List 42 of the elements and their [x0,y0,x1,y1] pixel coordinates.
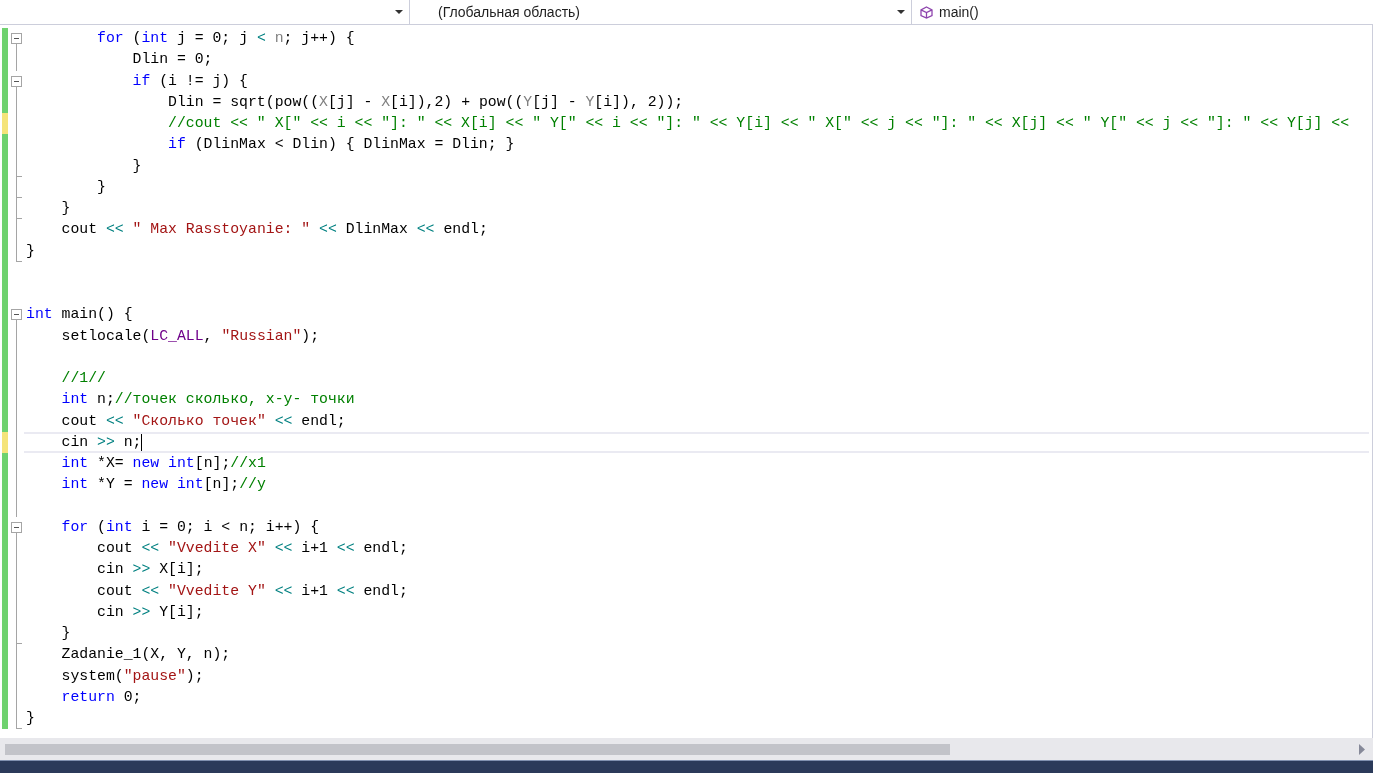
scrollbar-thumb[interactable] [5,743,950,755]
code-line: int *Y = new int[n];//y [60,475,266,495]
code-line: system("pause"); [60,666,204,686]
code-line: int main() { [26,305,133,325]
collapse-icon[interactable] [11,33,22,44]
code-line: return 0; [60,687,142,707]
code-line: } [60,199,71,219]
text-cursor [141,433,143,451]
code-line: cin >> Y[i]; [96,602,204,622]
code-line: } [96,177,106,197]
code-line: Dlin = sqrt(pow((X[j] - X[i]),2) + pow((Y[j] - Y[i]), 2)); [167,92,684,112]
scope-dropdown[interactable]: (Глобальная область) [410,0,912,24]
code-line: cout << "Vvedite X" << i+1 << endl; [96,539,408,559]
code-line: Dlin = 0; [131,50,213,70]
code-line: //cout << " X[" << i << "]: " << X[i] << " Y[" << i << "]: " << Y[i] << " X[" << j << "]: " << X[j] << " Y[" << j << "]: " << Y[j] << [167,114,1350,134]
code-line: cout << " Max Rasstoyanie: " << DlinMax << endl; [60,220,488,240]
code-line: } [26,709,35,729]
horizontal-scrollbar[interactable] [0,738,1373,760]
dropdown-caret-icon [395,10,403,14]
code-line: //1// [60,369,106,389]
code-line: int *X= new int[n];//x1 [60,454,266,474]
code-line: cin >> X[i]; [96,560,204,580]
code-line: cout << "Сколько точек" << endl; [60,411,346,431]
code-line: } [60,624,71,644]
code-line: setlocale(LC_ALL, "Russian"); [60,326,320,346]
code-line: if (DlinMax < Dlin) { DlinMax = Dlin; } [167,135,515,155]
code-line: } [131,156,142,176]
code-line: int n;//точек сколько, x-y- точки [60,390,355,410]
code-line: for (int j = 0; j < n; j++) { [96,29,355,49]
code-line: for (int i = 0; i < n; i++) { [60,517,320,537]
scroll-right-icon[interactable] [1359,743,1365,755]
code-line: cin >> n; [60,432,142,452]
code-line: Zadanie_1(X, Y, n); [60,645,231,665]
collapse-icon[interactable] [11,75,22,87]
code-line: } [26,241,35,261]
collapse-icon[interactable] [11,521,22,533]
member-dropdown[interactable]: main() [912,0,1373,24]
code-line: cout << "Vvedite Y" << i+1 << endl; [96,581,408,601]
collapse-icon[interactable] [11,309,22,321]
code-line: if (i != j) { [131,71,248,91]
dropdown-caret-icon [897,10,905,14]
cube-icon [920,5,933,19]
